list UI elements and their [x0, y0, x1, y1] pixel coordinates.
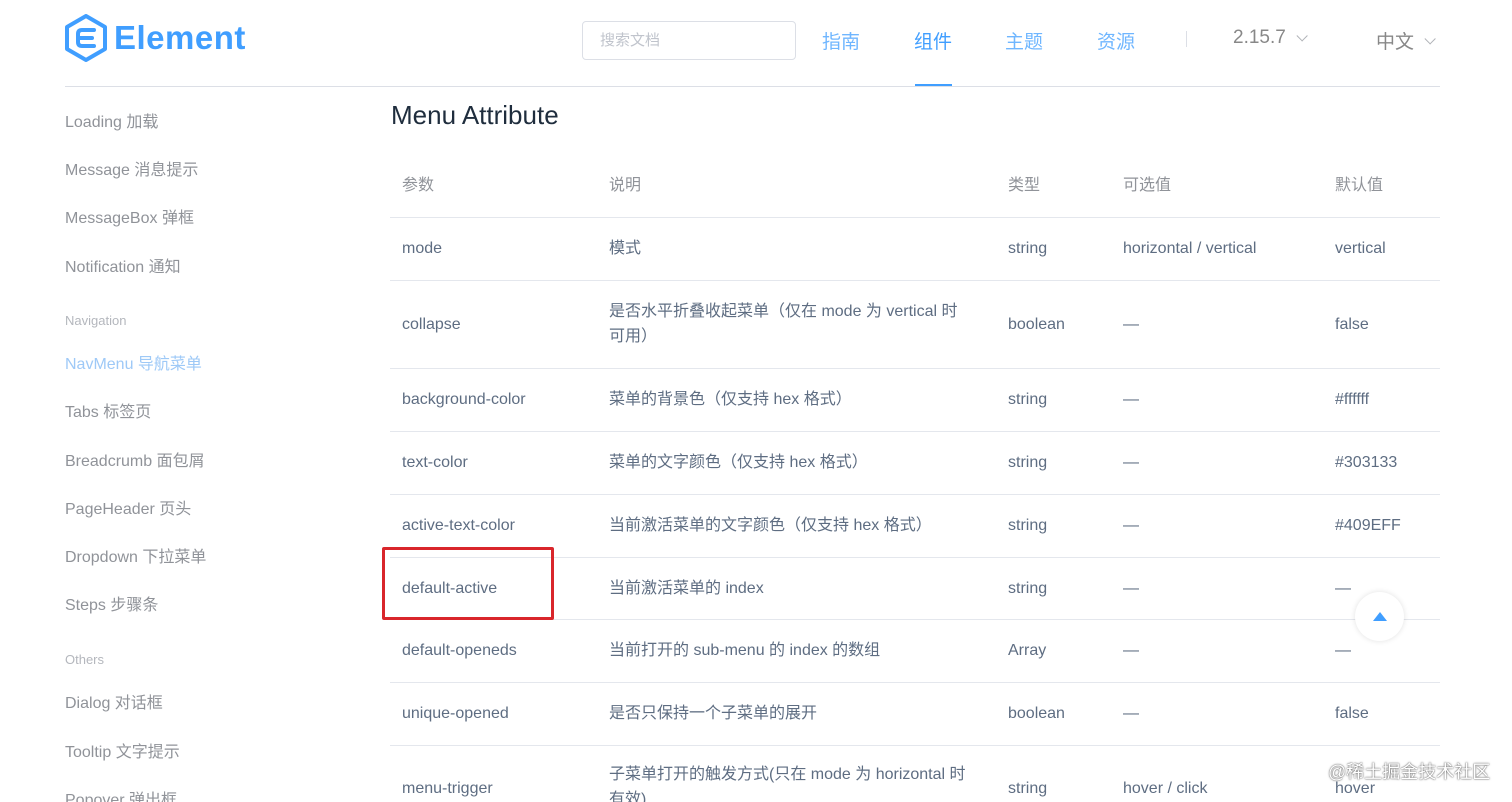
chevron-down-icon: [1424, 32, 1436, 45]
sidebar-group-others: Others: [65, 652, 105, 667]
table-cell: —: [1123, 454, 1139, 471]
version-dropdown[interactable]: 2.15.7: [1233, 27, 1308, 49]
table-cell: 子菜单打开的触发方式(只在 mode 为 horizontal 时有效): [609, 766, 966, 802]
table-cell: menu-trigger: [402, 780, 493, 797]
page-title: Menu Attribute: [391, 100, 559, 130]
table-header-cell: 可选值: [1123, 177, 1172, 194]
table-cell: background-color: [402, 391, 526, 408]
nav-theme[interactable]: 主题: [1005, 27, 1043, 54]
table-cell: —: [1123, 642, 1139, 659]
logo-text: Element: [114, 19, 246, 56]
version-label: 2.15.7: [1233, 27, 1286, 48]
table-cell: 是否水平折叠收起菜单（仅在 mode 为 vertical 时可用）: [609, 303, 958, 345]
table-cell: 当前激活菜单的文字颜色（仅支持 hex 格式）: [609, 517, 932, 534]
table-cell: —: [1123, 316, 1139, 333]
table-cell: unique-opened: [402, 705, 509, 722]
table-header-cell: 类型: [1008, 177, 1041, 194]
header-divider: [65, 86, 1440, 87]
sidebar-item-pageheader[interactable]: PageHeader 页头: [65, 495, 191, 519]
nav-component[interactable]: 组件: [914, 27, 952, 54]
table-cell: mode: [402, 240, 443, 257]
sidebar-item-tooltip[interactable]: Tooltip 文字提示: [65, 738, 180, 762]
table-header-row: 参数 说明 类型 可选值 默认值: [390, 155, 1440, 218]
table-cell: —: [1123, 391, 1139, 408]
table-cell: string: [1008, 391, 1048, 408]
chevron-down-icon: [1296, 30, 1308, 42]
table-cell: boolean: [1008, 316, 1065, 333]
table-cell: horizontal / vertical: [1123, 240, 1257, 257]
table-header-cell: 参数: [402, 177, 435, 194]
sidebar-item-tabs[interactable]: Tabs 标签页: [65, 398, 151, 422]
sidebar-item-dialog[interactable]: Dialog 对话框: [65, 689, 163, 713]
table-cell: #409EFF: [1335, 517, 1401, 534]
table-row: menu-trigger 子菜单打开的触发方式(只在 mode 为 horizo…: [390, 746, 1440, 802]
table-row: mode 模式 string horizontal / vertical ver…: [390, 218, 1440, 281]
table-cell: false: [1335, 316, 1369, 333]
caret-up-icon: [1372, 612, 1387, 621]
table-cell: string: [1008, 517, 1048, 534]
table-row: default-openeds 当前打开的 sub-menu 的 index 的…: [390, 620, 1440, 683]
table-cell: string: [1008, 240, 1048, 257]
nav-guide[interactable]: 指南: [822, 27, 860, 54]
highlight-box: [382, 547, 554, 620]
table-cell: #ffffff: [1335, 391, 1370, 408]
table-cell: string: [1008, 454, 1048, 471]
sidebar-item-messagebox[interactable]: MessageBox 弹框: [65, 204, 194, 228]
table-header-cell: 默认值: [1335, 177, 1384, 194]
table-cell: boolean: [1008, 705, 1065, 722]
table-cell: —: [1123, 517, 1139, 534]
back-to-top-button[interactable]: [1355, 592, 1404, 641]
sidebar-item-steps[interactable]: Steps 步骤条: [65, 591, 158, 615]
sidebar-item-message[interactable]: Message 消息提示: [65, 156, 198, 180]
table-row: background-color 菜单的背景色（仅支持 hex 格式） stri…: [390, 369, 1440, 432]
sidebar-item-dropdown[interactable]: Dropdown 下拉菜单: [65, 543, 206, 567]
search-input[interactable]: [582, 21, 796, 60]
table-header-cell: 说明: [609, 177, 642, 194]
table-cell: —: [1335, 642, 1351, 659]
language-label: 中文: [1376, 32, 1415, 53]
sidebar-item-loading[interactable]: Loading 加载: [65, 108, 158, 132]
table-cell: —: [1123, 580, 1139, 597]
table-cell: collapse: [402, 316, 461, 333]
table-cell: active-text-color: [402, 517, 515, 534]
table-cell: 菜单的文字颜色（仅支持 hex 格式）: [609, 454, 868, 471]
table-cell: string: [1008, 580, 1048, 597]
table-row: text-color 菜单的文字颜色（仅支持 hex 格式） string — …: [390, 432, 1440, 495]
table-cell: hover / click: [1123, 780, 1208, 797]
top-header: Element 指南 组件 主题 资源 2.15.7 中文: [0, 0, 1512, 87]
table-cell: vertical: [1335, 240, 1386, 257]
element-logo-icon: [65, 14, 107, 62]
sidebar-group-navigation: Navigation: [65, 313, 127, 328]
table-cell: default-openeds: [402, 642, 517, 659]
table-cell: 当前激活菜单的 index: [609, 580, 764, 597]
table-cell: 模式: [609, 240, 642, 257]
table-cell: text-color: [402, 454, 468, 471]
language-dropdown[interactable]: 中文: [1376, 27, 1436, 54]
table-cell: Array: [1008, 642, 1047, 659]
table-cell: 当前打开的 sub-menu 的 index 的数组: [609, 642, 881, 659]
sidebar-item-popover[interactable]: Popover 弹出框: [65, 786, 177, 802]
table-cell: false: [1335, 705, 1369, 722]
element-logo[interactable]: Element: [64, 14, 246, 62]
watermark: @稀土掘金技术社区: [1328, 762, 1491, 782]
table-row: unique-opened 是否只保持一个子菜单的展开 boolean — fa…: [390, 683, 1440, 746]
table-cell: 菜单的背景色（仅支持 hex 格式）: [609, 391, 852, 408]
nav-divider: [1186, 31, 1187, 47]
nav-resource[interactable]: 资源: [1097, 27, 1135, 54]
table-cell: 是否只保持一个子菜单的展开: [609, 705, 818, 722]
table-cell: —: [1123, 705, 1139, 722]
sidebar-item-notification[interactable]: Notification 通知: [65, 253, 181, 277]
table-cell: string: [1008, 780, 1048, 797]
table-row: collapse 是否水平折叠收起菜单（仅在 mode 为 vertical 时…: [390, 281, 1440, 369]
table-cell: #303133: [1335, 454, 1398, 471]
sidebar-item-breadcrumb[interactable]: Breadcrumb 面包屑: [65, 447, 205, 471]
sidebar-item-navmenu[interactable]: NavMenu 导航菜单: [65, 350, 202, 374]
